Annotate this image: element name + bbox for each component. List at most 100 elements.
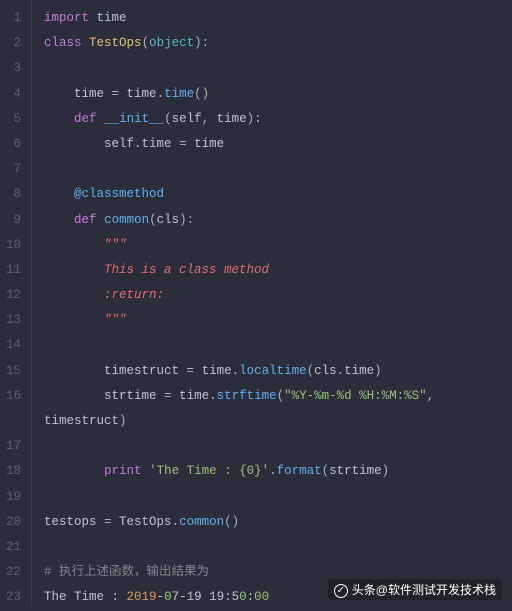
watermark: ✓头条@软件测试开发技术栈 (328, 579, 502, 600)
line-number: 17 (6, 434, 21, 459)
code-line: class TestOps(object): (44, 31, 512, 56)
code-line (44, 535, 512, 560)
token-nm: time (344, 364, 374, 378)
token-doc: """ (104, 238, 127, 252)
token-nm: timestruct (44, 364, 187, 378)
watermark-prefix: 头条 (352, 583, 376, 597)
token-pun: . (172, 515, 180, 529)
code-line: testops = TestOps.common() (44, 510, 512, 535)
line-number-gutter: 1234567891011121314151617181920212223 (0, 0, 32, 606)
code-line: :return: (44, 283, 512, 308)
code-line: This is a class method (44, 258, 512, 283)
token-nm (44, 112, 74, 126)
token-fn: localtime (239, 364, 307, 378)
code-line: strtime = time.strftime("%Y-%m-%d %H:%M:… (44, 384, 512, 409)
line-number: 11 (6, 258, 21, 283)
line-number: 15 (6, 359, 21, 384)
line-number: 18 (6, 459, 21, 484)
token-nm (44, 187, 74, 201)
token-nm (82, 36, 90, 50)
token-nm (44, 313, 104, 327)
token-fn: common (179, 515, 224, 529)
token-nm: : (247, 590, 255, 604)
watermark-at: @ (376, 583, 388, 597)
token-pun: , (427, 389, 442, 403)
line-number: 14 (6, 333, 21, 358)
token-nm: time (119, 87, 157, 101)
line-number: 12 (6, 283, 21, 308)
token-str: 'The Time : {0}' (149, 464, 269, 478)
line-number: 21 (6, 535, 21, 560)
token-kw: def (74, 213, 97, 227)
code-line: timestruct = time.localtime(cls.time) (44, 359, 512, 384)
token-nm: testops (44, 515, 104, 529)
line-number: 19 (6, 485, 21, 510)
line-number: 2 (6, 31, 21, 56)
token-nm: self (44, 137, 134, 151)
token-nm: time (44, 87, 112, 101)
token-kw: import (44, 11, 89, 25)
code-line: @classmethod (44, 182, 512, 207)
line-number: 13 (6, 308, 21, 333)
token-nm (142, 464, 150, 478)
line-number: 6 (6, 132, 21, 157)
token-doc: :return: (104, 288, 164, 302)
token-pun: ( (277, 389, 285, 403)
line-number: 1 (6, 6, 21, 31)
token-nm (44, 263, 104, 277)
token-nm: time (217, 112, 247, 126)
token-pun: ( (149, 213, 157, 227)
token-pun: = (179, 137, 187, 151)
token-nm: time (172, 389, 210, 403)
line-number: 9 (6, 208, 21, 233)
token-nm: cls (157, 213, 180, 227)
token-nm: timestruct (44, 414, 119, 428)
token-pun: () (224, 515, 239, 529)
token-cls: TestOps (89, 36, 142, 50)
token-pun: ): (179, 213, 194, 227)
line-number: 8 (6, 182, 21, 207)
token-pun: . (209, 389, 217, 403)
line-number: 22 (6, 560, 21, 585)
line-number: 3 (6, 56, 21, 81)
token-pun: ): (194, 36, 209, 50)
line-number: 16 (6, 384, 21, 409)
token-nm (44, 464, 104, 478)
token-nm (97, 112, 105, 126)
code-line: import time (44, 6, 512, 31)
code-line (44, 434, 512, 459)
code-line: """ (44, 233, 512, 258)
line-number: 20 (6, 510, 21, 535)
token-nm: time (89, 11, 127, 25)
token-kw: class (44, 36, 82, 50)
token-fn: @classmethod (74, 187, 164, 201)
code-line: """ (44, 308, 512, 333)
token-nm: strtime (329, 464, 382, 478)
code-editor: 1234567891011121314151617181920212223 im… (0, 0, 512, 606)
token-pun: . (157, 87, 165, 101)
token-pun: . (134, 137, 142, 151)
token-nm: 7-19 19:5 (172, 590, 240, 604)
code-line (44, 56, 512, 81)
token-pun: ( (142, 36, 150, 50)
code-line (44, 157, 512, 182)
token-kw: def (74, 112, 97, 126)
line-number: 7 (6, 157, 21, 182)
token-nm: self (172, 112, 202, 126)
token-pun: = (104, 515, 112, 529)
token-pun: ) (374, 364, 382, 378)
watermark-name: 软件测试开发技术栈 (388, 583, 496, 597)
code-line (44, 485, 512, 510)
code-line: self.time = time (44, 132, 512, 157)
token-nm: time (142, 137, 180, 151)
token-pun: ( (322, 464, 330, 478)
code-line: timestruct) (44, 409, 512, 434)
token-nm: - (157, 590, 165, 604)
line-number: 4 (6, 82, 21, 107)
token-nm: time (194, 364, 232, 378)
code-line (44, 333, 512, 358)
token-nm: time (187, 137, 225, 151)
token-pun: ): (247, 112, 262, 126)
token-doc: """ (104, 313, 127, 327)
token-date-y: 2019 (127, 590, 157, 604)
